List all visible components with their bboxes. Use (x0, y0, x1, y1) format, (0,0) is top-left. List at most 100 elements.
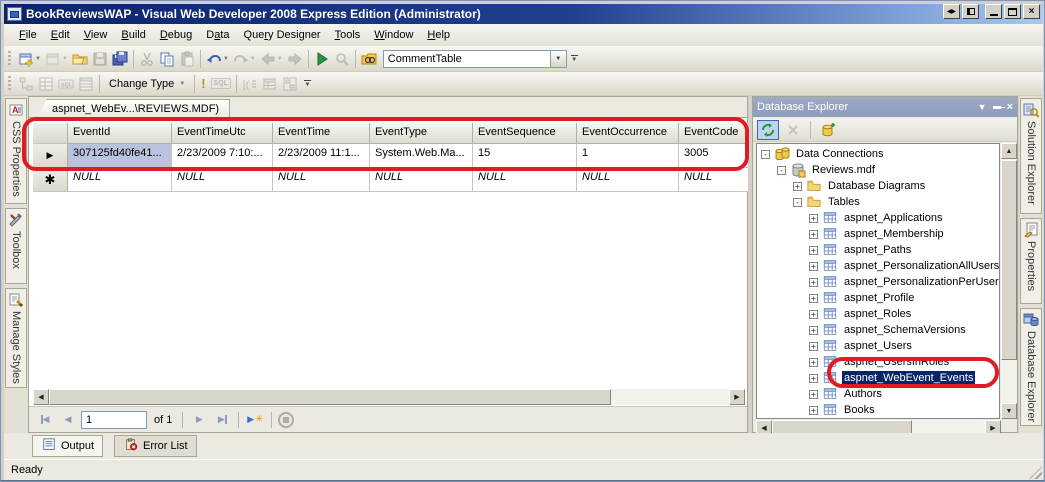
group-by-button[interactable]: [( (240, 73, 260, 95)
tree-item-aspnet_usersinroles[interactable]: + aspnet_UsersInRoles (757, 354, 999, 370)
window-position-button[interactable]: ▼ (978, 102, 987, 112)
expand-icon[interactable]: + (809, 213, 818, 223)
menu-data[interactable]: Data (199, 26, 236, 44)
tree-item-data connections[interactable]: - Data Connections (757, 146, 999, 162)
tree-item-aspnet_profile[interactable]: + aspnet_Profile (757, 290, 999, 306)
grid-cell[interactable]: NULL (577, 168, 679, 192)
scrollbar-thumb[interactable] (1001, 160, 1017, 360)
previous-record-button[interactable]: ◀ (58, 410, 78, 430)
tree-item-aspnet_webevent_events[interactable]: + aspnet_WebEvent_Events (757, 370, 999, 386)
close-button[interactable]: × (1023, 4, 1040, 19)
menu-file[interactable]: File (12, 26, 44, 44)
column-header-eventtype[interactable]: EventType (370, 123, 473, 144)
expand-icon[interactable]: + (809, 229, 818, 239)
diagram-pane-button[interactable] (16, 73, 36, 95)
scrollbar-thumb[interactable] (49, 389, 611, 405)
tool-tab-properties[interactable]: Properties (1020, 218, 1042, 304)
verify-sql-button[interactable]: SQL (209, 73, 233, 95)
undo-button[interactable]: ▼ (204, 48, 231, 70)
expand-icon[interactable]: + (809, 245, 818, 255)
add-new-diagram-button[interactable] (280, 73, 300, 95)
paste-button[interactable] (177, 48, 197, 70)
change-type-button[interactable]: Change Type ▼ (103, 74, 191, 94)
grid-cell[interactable]: 3005 (679, 144, 754, 168)
start-debug-button[interactable] (312, 48, 332, 70)
database-explorer-title-bar[interactable]: Database Explorer ▼ × (753, 97, 1017, 117)
grid-pane-button[interactable] (36, 73, 56, 95)
collapse-icon[interactable]: - (761, 149, 770, 159)
expand-icon[interactable]: + (809, 357, 818, 367)
new-item-button[interactable]: ▼ (16, 48, 43, 70)
last-record-button[interactable]: ▶ (212, 410, 232, 430)
menu-tools[interactable]: Tools (328, 26, 368, 44)
collapse-icon[interactable]: - (777, 165, 786, 175)
tree-item-aspnet_personalizationallusers[interactable]: + aspnet_PersonalizationAllUsers (757, 258, 999, 274)
title-bar[interactable]: BookReviewsWAP - Visual Web Developer 20… (4, 4, 1043, 24)
grid-cell[interactable]: System.Web.Ma... (370, 144, 473, 168)
scroll-left-icon[interactable]: ◀ (33, 389, 49, 405)
next-record-button[interactable]: ▶ (189, 410, 209, 430)
stop-retrieval-button[interactable] (278, 411, 295, 428)
first-record-button[interactable]: ◀ (35, 410, 55, 430)
menu-query-designer[interactable]: Query Designer (237, 26, 328, 44)
redo-button[interactable]: ▼ (231, 48, 258, 70)
panel-close-button[interactable]: × (1007, 101, 1013, 113)
grid-cell[interactable]: NULL (370, 168, 473, 192)
navigate-back-button[interactable]: ▼ (258, 48, 285, 70)
resize-grip[interactable] (1029, 466, 1042, 479)
expand-icon[interactable]: + (809, 261, 818, 271)
current-record-input[interactable] (81, 410, 147, 429)
tree-item-bookauthors[interactable]: +BookAuthors (757, 418, 999, 419)
column-header-eventoccurrence[interactable]: EventOccurrence (577, 123, 679, 144)
menu-view[interactable]: View (77, 26, 115, 44)
toolbar-overflow-button[interactable]: ▼ (303, 80, 311, 88)
copy-button[interactable] (157, 48, 177, 70)
grid-cell[interactable]: 15 (473, 144, 577, 168)
grid-cell[interactable]: NULL (68, 168, 172, 192)
menu-build[interactable]: Build (114, 26, 152, 44)
restore-window-button[interactable] (962, 4, 979, 19)
tree-item-reviews.mdf[interactable]: - Reviews.mdf (757, 162, 999, 178)
open-folder-button[interactable] (70, 48, 90, 70)
tree-item-database diagrams[interactable]: + Database Diagrams (757, 178, 999, 194)
expand-icon[interactable]: + (809, 405, 818, 415)
tree-item-aspnet_applications[interactable]: + aspnet_Applications (757, 210, 999, 226)
column-header-eventtimeutc[interactable]: EventTimeUtc (172, 123, 273, 144)
expand-icon[interactable]: + (809, 389, 818, 399)
menu-debug[interactable]: Debug (153, 26, 199, 44)
tab-output[interactable]: Output (32, 435, 104, 457)
expand-icon[interactable]: + (809, 325, 818, 335)
scroll-up-icon[interactable]: ▲ (1001, 143, 1017, 159)
grid-horizontal-scrollbar[interactable]: ◀ ▶ (33, 389, 745, 405)
grid-cell[interactable]: NULL (473, 168, 577, 192)
new-record-button[interactable]: ▶ ✳ (245, 410, 265, 430)
expand-icon[interactable]: + (809, 341, 818, 351)
add-table-button[interactable] (260, 73, 280, 95)
minimize-button[interactable] (985, 4, 1002, 19)
menu-edit[interactable]: Edit (44, 26, 77, 44)
grid-corner-cell[interactable] (33, 123, 68, 144)
row-header[interactable]: ▶ (33, 144, 68, 168)
tree-item-aspnet_users[interactable]: + aspnet_Users (757, 338, 999, 354)
tab-error-list[interactable]: Error List (114, 435, 197, 457)
resize-horizontal-button[interactable]: ◀▶ (943, 4, 960, 19)
grid-cell[interactable]: NULL (273, 168, 370, 192)
grid-cell[interactable]: 1 (577, 144, 679, 168)
tool-tab-toolbox[interactable]: Toolbox (5, 208, 27, 284)
tree-item-books[interactable]: + Books (757, 402, 999, 418)
toolbar-overflow-button[interactable]: ▼ (570, 55, 578, 63)
stop-refresh-button[interactable] (782, 120, 804, 140)
scroll-down-icon[interactable]: ▼ (1001, 403, 1017, 419)
navigate-forward-button[interactable] (285, 48, 305, 70)
save-all-button[interactable] (110, 48, 130, 70)
column-header-eventid[interactable]: EventId (68, 123, 172, 144)
collapse-icon[interactable]: - (793, 197, 802, 207)
grid-cell[interactable]: 2/23/2009 7:10:... (172, 144, 273, 168)
tree-item-authors[interactable]: + Authors (757, 386, 999, 402)
table-combobox-input[interactable] (382, 49, 551, 68)
save-button[interactable] (90, 48, 110, 70)
refresh-button[interactable] (757, 119, 779, 140)
chevron-down-icon[interactable]: ▼ (550, 49, 567, 68)
row-header[interactable]: ✱ (33, 168, 68, 192)
expand-icon[interactable]: + (809, 373, 818, 383)
